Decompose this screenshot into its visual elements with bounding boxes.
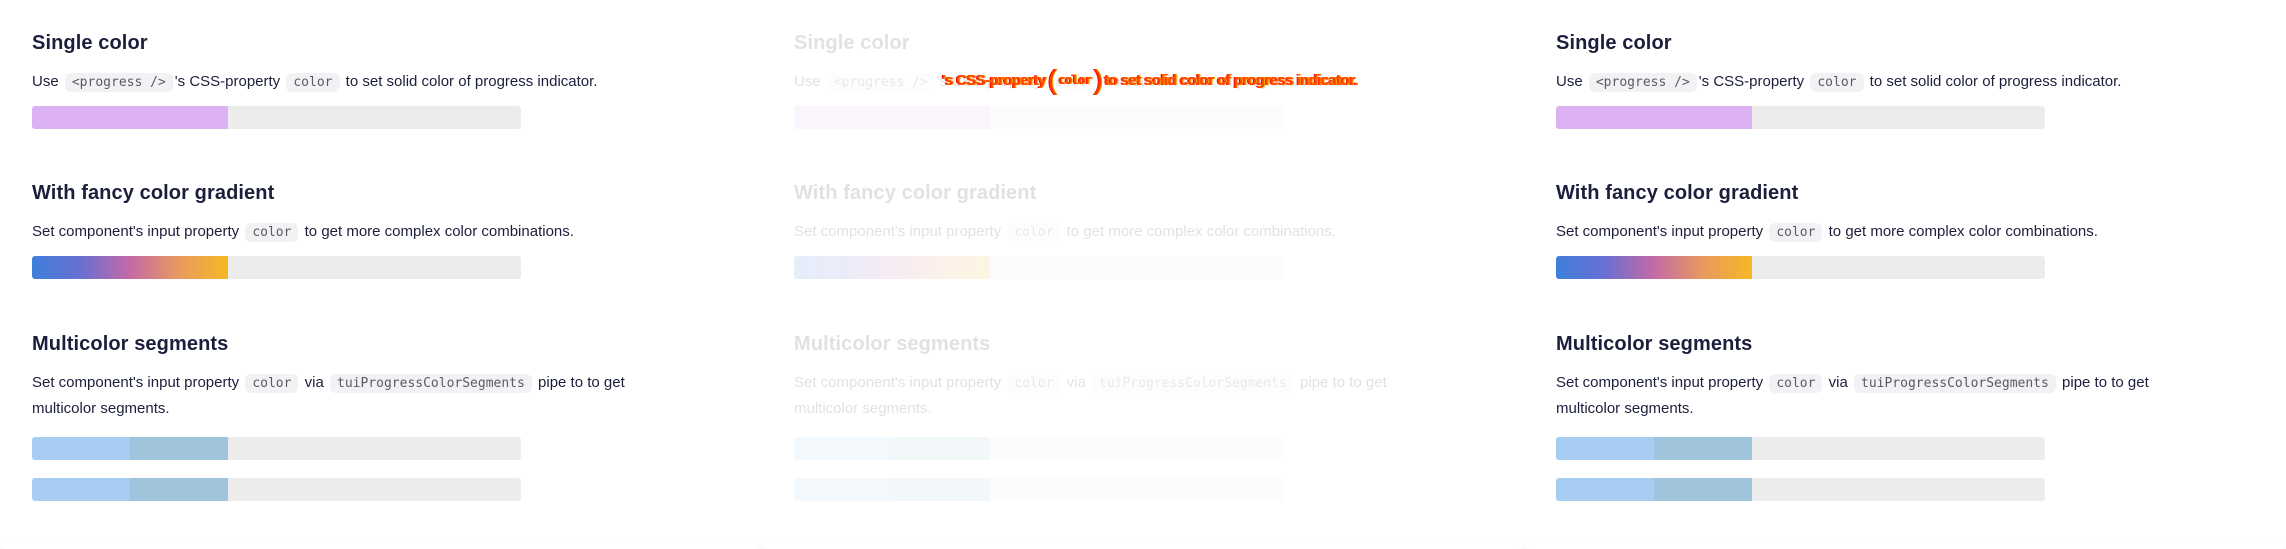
demo-panel-right: Single color Use <progress />'s CSS-prop… <box>1524 0 2286 549</box>
segment-1 <box>32 478 130 501</box>
code-pipe: tuiProgressColorSegments <box>1854 374 2056 393</box>
section-title: Single color <box>1556 32 1672 54</box>
progress-bar-gradient <box>32 256 521 279</box>
progress-fill <box>32 256 228 279</box>
code-progress-tag: <progress /> <box>1588 73 1697 92</box>
section-description: Set component's input property color to … <box>32 223 574 242</box>
code-color: color <box>1769 223 1823 242</box>
section-title: Multicolor segments <box>1556 333 1753 355</box>
progress-bar-single <box>1556 106 2045 129</box>
progress-bar-segments-1 <box>32 437 521 460</box>
code-color: color <box>1007 223 1061 242</box>
progress-bar-segments-2 <box>794 478 1283 501</box>
section-description: Set component's input property color via… <box>32 374 625 417</box>
progress-fill <box>1556 256 1752 279</box>
demo-panel-middle: Single color Use <progress />'s CSS-prop… <box>762 0 1524 549</box>
section-multicolor: Multicolor segments Set component's inpu… <box>32 329 732 501</box>
progress-bar-segments-2 <box>1556 478 2045 501</box>
progress-fill <box>32 437 228 460</box>
segment-2 <box>1653 478 1752 501</box>
code-color: color <box>1810 73 1864 92</box>
progress-bar-gradient <box>794 256 1283 279</box>
section-title: Single color <box>794 32 910 54</box>
progress-fill <box>794 256 990 279</box>
progress-bar-segments-2 <box>32 478 521 501</box>
section-gradient: With fancy color gradient Set component'… <box>1556 178 2256 279</box>
glitched-description-overlay: 's CSS-property (color) to set solid col… <box>942 64 1358 95</box>
segment-2 <box>891 437 990 460</box>
section-multicolor: Multicolor segments Set component's inpu… <box>794 329 1494 501</box>
progress-bar-segments-1 <box>794 437 1283 460</box>
section-description: Use <progress />'s CSS-property color to… <box>32 73 598 92</box>
segment-2 <box>129 437 228 460</box>
segment-1 <box>32 437 130 460</box>
code-color: color <box>245 223 299 242</box>
section-title: With fancy color gradient <box>794 182 1037 204</box>
panel-shadow <box>1524 543 2286 549</box>
section-gradient: With fancy color gradient Set component'… <box>32 178 732 279</box>
progress-fill <box>32 478 228 501</box>
segment-2 <box>129 478 228 501</box>
progress-bar-gradient <box>1556 256 2045 279</box>
code-color: color <box>245 374 299 393</box>
section-title: Multicolor segments <box>32 333 229 355</box>
progress-fill <box>32 106 228 129</box>
progress-fill <box>794 478 990 501</box>
section-single-color: Single color Use <progress />'s CSS-prop… <box>32 28 732 129</box>
segment-1 <box>1556 437 1654 460</box>
segment-1 <box>1556 478 1654 501</box>
section-title: With fancy color gradient <box>32 182 275 204</box>
code-color: color <box>1769 374 1823 393</box>
section-multicolor: Multicolor segments Set component's inpu… <box>1556 329 2256 501</box>
progress-bar-segments-1 <box>1556 437 2045 460</box>
code-progress-tag: <progress /> <box>826 73 935 92</box>
code-progress-tag: <progress /> <box>64 73 173 92</box>
code-pipe: tuiProgressColorSegments <box>1092 374 1294 393</box>
progress-fill <box>1556 106 1752 129</box>
section-description: Set component's input property color to … <box>1556 223 2098 242</box>
progress-fill <box>1556 478 1752 501</box>
segment-2 <box>1653 437 1752 460</box>
panel-shadow <box>762 543 1524 549</box>
section-title: With fancy color gradient <box>1556 182 1799 204</box>
code-color: color <box>1007 374 1061 393</box>
segment-2 <box>891 478 990 501</box>
progress-bar-single <box>32 106 521 129</box>
segment-1 <box>794 437 892 460</box>
progress-bar-single <box>794 106 1283 129</box>
segment-1 <box>794 478 892 501</box>
progress-fill <box>794 437 990 460</box>
section-title: Multicolor segments <box>794 333 991 355</box>
section-single-color: Single color Use <progress />'s CSS-prop… <box>1556 28 2256 129</box>
section-gradient: With fancy color gradient Set component'… <box>794 178 1494 279</box>
progress-fill <box>794 106 990 129</box>
code-pipe: tuiProgressColorSegments <box>330 374 532 393</box>
section-description: Use <progress />'s CSS-property color to… <box>1556 73 2122 92</box>
section-description: Set component's input property color via… <box>794 374 1387 417</box>
section-title: Single color <box>32 32 148 54</box>
code-color: color <box>286 73 340 92</box>
demo-panel-left: Single color Use <progress />'s CSS-prop… <box>0 0 762 549</box>
section-description: Set component's input property color via… <box>1556 374 2149 417</box>
panel-shadow <box>0 543 762 549</box>
section-description: Set component's input property color to … <box>794 223 1336 242</box>
progress-fill <box>1556 437 1752 460</box>
